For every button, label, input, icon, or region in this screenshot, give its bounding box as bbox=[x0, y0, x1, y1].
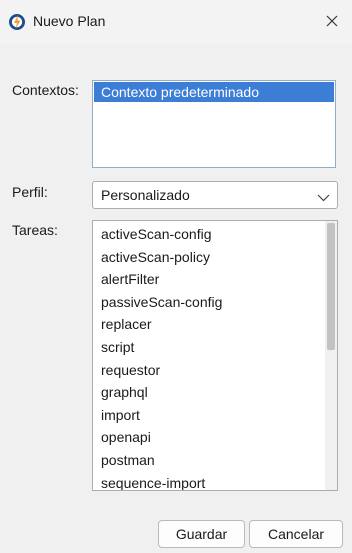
task-item[interactable]: openapi bbox=[101, 426, 222, 449]
task-item[interactable]: activeScan-policy bbox=[101, 246, 222, 269]
contexts-list[interactable]: Contexto predeterminado bbox=[92, 80, 336, 168]
context-item-selected[interactable]: Contexto predeterminado bbox=[94, 82, 334, 102]
close-button[interactable] bbox=[318, 8, 346, 36]
task-item[interactable]: replacer bbox=[101, 313, 222, 336]
task-item[interactable]: import bbox=[101, 404, 222, 427]
window-title: Nuevo Plan bbox=[33, 13, 106, 29]
profile-select-value: Personalizado bbox=[101, 187, 190, 203]
tasks-scrollbar-thumb[interactable] bbox=[327, 223, 335, 350]
save-button[interactable]: Guardar bbox=[158, 520, 245, 548]
contexts-label: Contextos: bbox=[12, 82, 79, 98]
close-icon bbox=[326, 14, 338, 30]
task-item[interactable]: requestor bbox=[101, 359, 222, 382]
title-bar: Nuevo Plan bbox=[0, 0, 352, 44]
task-item[interactable]: graphql bbox=[101, 381, 222, 404]
tasks-list[interactable]: activeScan-config activeScan-policy aler… bbox=[92, 220, 338, 491]
task-item[interactable]: activeScan-config bbox=[101, 223, 222, 246]
tasks-scrollbar[interactable] bbox=[325, 221, 337, 490]
tasks-label: Tareas: bbox=[12, 222, 58, 238]
chevron-down-icon bbox=[317, 190, 330, 202]
zap-logo-icon bbox=[8, 13, 26, 31]
task-item[interactable]: postman bbox=[101, 449, 222, 472]
task-item[interactable]: script bbox=[101, 336, 222, 359]
task-item[interactable]: sequence-import bbox=[101, 472, 222, 490]
task-item[interactable]: alertFilter bbox=[101, 268, 222, 291]
profile-label: Perfil: bbox=[12, 184, 48, 200]
profile-select[interactable]: Personalizado bbox=[92, 181, 338, 209]
task-item[interactable]: passiveScan-config bbox=[101, 291, 222, 314]
cancel-button[interactable]: Cancelar bbox=[249, 520, 343, 548]
